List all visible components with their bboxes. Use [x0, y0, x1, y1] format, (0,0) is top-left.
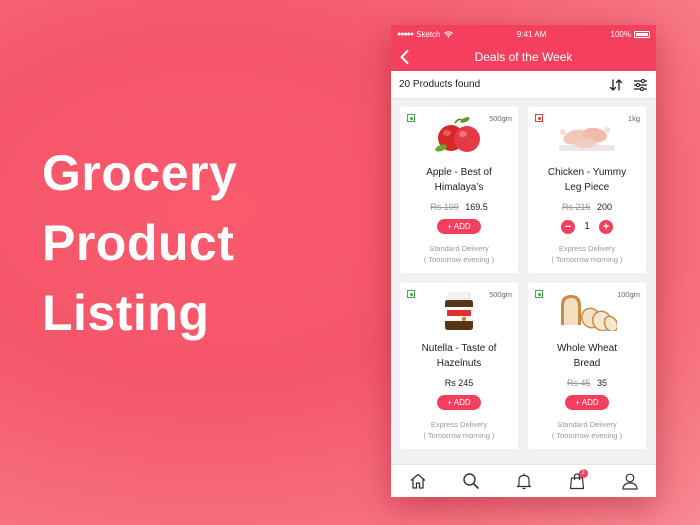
current-price: 35 [597, 378, 608, 388]
decrement-button[interactable]: − [561, 219, 575, 234]
product-name-line: Bread [573, 358, 601, 369]
clock: 9:41 AM [516, 29, 547, 39]
product-name-line: Hazelnuts [436, 358, 482, 369]
old-price: Rs 215 [561, 202, 591, 212]
filter-bar: 20 Products found [391, 71, 656, 99]
bread-image [561, 295, 617, 331]
delivery-type: Standard Delivery [429, 244, 489, 253]
product-name[interactable]: Whole Wheat Bread [532, 341, 642, 371]
filter-sliders-icon[interactable] [633, 78, 648, 92]
old-price: Rs 199 [430, 202, 459, 212]
price: Rs 245 [400, 378, 518, 388]
chevron-left-icon[interactable] [397, 49, 413, 65]
increment-button[interactable]: + [599, 219, 613, 234]
product-weight: 100gm [617, 290, 640, 299]
tab-home[interactable] [407, 470, 429, 492]
delivery-type: Express Delivery [558, 244, 616, 253]
delivery-info: Standard Delivery ( Tomorrow evening ) [400, 243, 518, 265]
price: Rs 199 169.5 [400, 202, 518, 212]
carrier-label: Sketch [416, 29, 441, 39]
product-name-line: Whole Wheat [556, 343, 618, 354]
product-name-line: Apple - Best of [426, 167, 492, 178]
add-to-cart-button[interactable]: + ADD [437, 395, 481, 410]
battery-percent: 100% [610, 29, 631, 39]
user-icon [621, 473, 638, 490]
tab-profile[interactable] [619, 470, 641, 492]
chicken-image [559, 127, 615, 151]
quantity-value: 1 [584, 221, 590, 232]
delivery-type: Standard Delivery [557, 420, 617, 429]
sort-icon[interactable] [609, 78, 623, 92]
delivery-info: Express Delivery ( Tomorrow morning ) [400, 419, 518, 441]
home-icon [410, 473, 425, 489]
delivery-time: ( Tomorrow morning ) [551, 255, 623, 264]
delivery-time: ( Tomorrow morning ) [423, 431, 495, 440]
delivery-info: Express Delivery ( Tomorrow morning ) [528, 243, 646, 265]
headline-line: Product [42, 215, 235, 271]
product-weight: 500gm [489, 114, 512, 123]
signal-icon: ●●●●● [397, 30, 414, 38]
product-name-line: Himalaya’s [434, 182, 484, 193]
headline-line: Listing [42, 285, 210, 341]
delivery-info: Standard Delivery ( Tomorrow evening ) [528, 419, 646, 441]
tab-notifications[interactable] [513, 470, 535, 492]
product-card[interactable]: 500gm Nutella - Taste of Hazelnuts Rs 24… [400, 283, 518, 449]
quantity-stepper: − 1 + [561, 219, 613, 234]
product-weight: 500gm [489, 290, 512, 299]
headline-line: Grocery [42, 145, 238, 201]
phone-screen: ●●●●● Sketch 9:41 AM 100% Deals of the W… [391, 25, 656, 497]
delivery-time: ( Tomorrow evening ) [423, 255, 495, 264]
tab-bar: 2 [391, 464, 656, 497]
product-name[interactable]: Apple - Best of Himalaya’s [404, 165, 514, 195]
nonveg-indicator-icon [535, 114, 543, 122]
product-name-line: Nutella - Taste of [421, 343, 497, 354]
delivery-type: Express Delivery [430, 420, 488, 429]
veg-indicator-icon [407, 114, 415, 122]
cart-badge: 2 [578, 469, 588, 478]
product-weight: 1kg [627, 114, 640, 123]
add-to-cart-button[interactable]: + ADD [437, 219, 481, 234]
status-bar: ●●●●● Sketch 9:41 AM 100% [391, 25, 656, 43]
delivery-time: ( Tomorrow evening ) [551, 431, 623, 440]
search-icon [462, 473, 479, 489]
product-card[interactable]: 1kg Chicken - Yummy Leg Piece Rs 215 200… [528, 107, 646, 273]
nutella-jar-image [445, 292, 473, 330]
battery-icon [634, 30, 650, 38]
product-card[interactable]: 100gm Whole Wheat Bread Rs 45 35 + ADD S… [528, 283, 646, 449]
veg-indicator-icon [407, 290, 415, 298]
page-title: Deals of the Week [474, 50, 573, 64]
current-price: 169.5 [465, 202, 488, 212]
add-to-cart-button[interactable]: + ADD [565, 395, 609, 410]
nav-bar: Deals of the Week [391, 43, 656, 71]
wifi-icon [443, 30, 453, 38]
apple-image [435, 117, 480, 152]
veg-indicator-icon [535, 290, 543, 298]
bell-icon [516, 473, 531, 490]
product-name-line: Chicken - Yummy [547, 167, 627, 178]
product-name[interactable]: Chicken - Yummy Leg Piece [532, 165, 642, 195]
price: Rs 45 35 [528, 378, 646, 388]
price: Rs 215 200 [528, 202, 646, 212]
product-card[interactable]: 500gm Apple - Best of Himalaya’s Rs 199 … [400, 107, 518, 273]
current-price: Rs 245 [444, 378, 474, 388]
current-price: 200 [597, 202, 613, 212]
product-count: 20 Products found [399, 79, 481, 90]
headline: Grocery Product Listing [42, 138, 237, 348]
tab-cart[interactable]: 2 [566, 469, 588, 492]
old-price: Rs 45 [566, 378, 591, 388]
product-name[interactable]: Nutella - Taste of Hazelnuts [404, 341, 514, 371]
tab-search[interactable] [460, 470, 482, 492]
product-name-line: Leg Piece [564, 182, 610, 193]
